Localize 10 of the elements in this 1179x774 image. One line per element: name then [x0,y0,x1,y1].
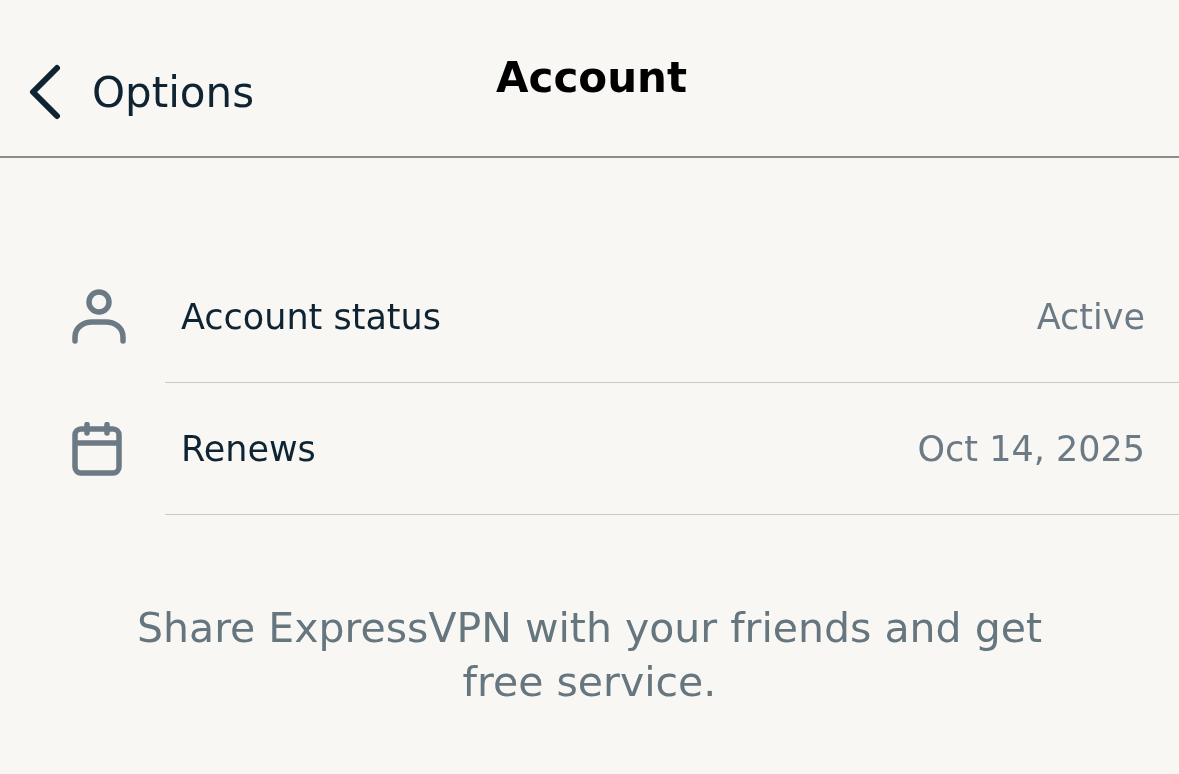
share-message: Share ExpressVPN with your friends and get free service. [136,603,1043,708]
row-value: Oct 14, 2025 [917,428,1145,469]
back-chevron-icon [28,64,62,120]
row-label: Renews [181,428,316,469]
calendar-icon [72,422,122,476]
page-title: Account [496,52,687,102]
person-icon [72,289,126,345]
row-label: Account status [181,296,441,337]
back-button[interactable]: Options [24,60,259,124]
row-value: Active [1036,296,1145,337]
